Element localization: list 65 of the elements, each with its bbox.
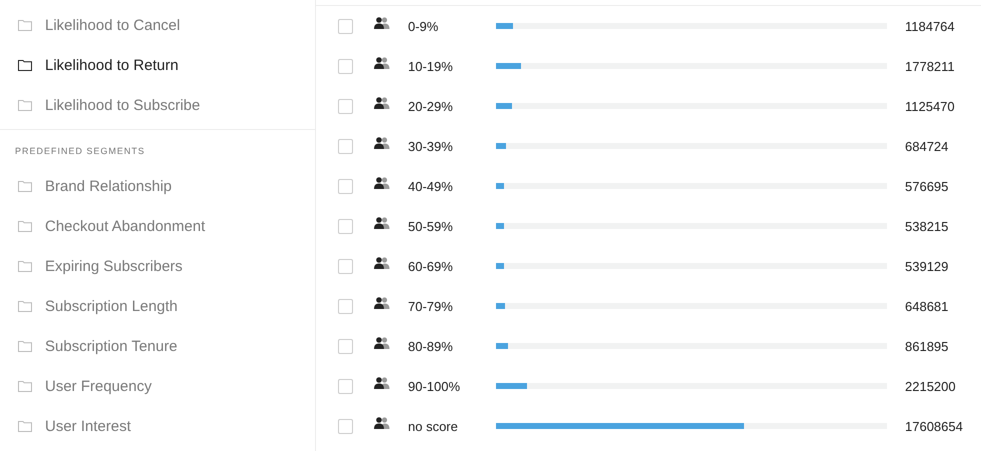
- user-count: 1125470: [905, 98, 955, 114]
- people-icon: [374, 217, 390, 229]
- folder-icon: [18, 340, 32, 352]
- segment-item[interactable]: Likelihood to Cancel: [0, 5, 315, 45]
- checkbox[interactable]: [338, 418, 353, 434]
- score-range: 0-9%: [408, 18, 440, 34]
- user-count: 2215200: [905, 378, 956, 394]
- user-count: 538215: [905, 218, 948, 234]
- folder-icon: [18, 300, 32, 312]
- people-icon: [374, 137, 390, 149]
- score-range: 70-79%: [408, 298, 454, 314]
- checkbox[interactable]: [338, 58, 353, 74]
- people-icon: [374, 417, 390, 429]
- score-range: 50-59%: [408, 218, 454, 234]
- segment-item[interactable]: Brand Relationship: [0, 166, 315, 206]
- checkbox[interactable]: [338, 98, 353, 114]
- segment-item[interactable]: Subscription Tenure: [0, 326, 315, 366]
- folder-icon: [18, 99, 32, 111]
- checkbox[interactable]: [338, 258, 353, 274]
- folder-icon: [18, 19, 32, 31]
- user-count: 861895: [905, 338, 948, 354]
- segment-item[interactable]: Subscription Length: [0, 286, 315, 326]
- user-count: 17608654: [905, 418, 963, 434]
- segment-item[interactable]: User Interest: [0, 406, 315, 446]
- section-title: PREDEFINED SEGMENTS: [14, 145, 146, 158]
- user-count: 684724: [905, 138, 948, 154]
- score-range: 30-39%: [408, 138, 454, 154]
- people-icon: [374, 97, 390, 109]
- checkbox[interactable]: [338, 298, 353, 314]
- people-icon: [374, 17, 390, 29]
- user-count: 576695: [905, 178, 948, 194]
- folder-icon: [18, 260, 32, 272]
- segment-item[interactable]: Checkout Abandonment: [0, 206, 315, 246]
- score-range: 20-29%: [408, 98, 454, 114]
- score-range: 60-69%: [408, 258, 454, 274]
- checkbox[interactable]: [338, 218, 353, 234]
- segment-item[interactable]: Likelihood to Subscribe: [0, 85, 315, 125]
- checkbox[interactable]: [338, 378, 353, 394]
- people-icon: [374, 257, 390, 269]
- checkbox[interactable]: [338, 178, 353, 194]
- user-count: 648681: [905, 298, 948, 314]
- segment-item[interactable]: Likelihood to Return: [0, 45, 315, 85]
- folder-icon: [18, 420, 32, 432]
- checkbox[interactable]: [338, 338, 353, 354]
- people-icon: [374, 57, 390, 69]
- folder-icon: [18, 380, 32, 392]
- people-icon: [374, 297, 390, 309]
- folder-icon: [18, 220, 32, 232]
- score-range: 40-49%: [408, 178, 454, 194]
- score-range: 80-89%: [408, 338, 454, 354]
- score-range: no score: [408, 418, 459, 434]
- people-icon: [374, 177, 390, 189]
- user-count: 1184764: [905, 18, 955, 34]
- score-range: 90-100%: [408, 378, 462, 394]
- user-count: 1778211: [905, 58, 955, 74]
- folder-icon: [18, 59, 32, 71]
- user-count: 539129: [905, 258, 948, 274]
- segment-item[interactable]: User Frequency: [0, 366, 315, 406]
- people-icon: [374, 337, 390, 349]
- score-range: 10-19%: [408, 58, 454, 74]
- checkbox[interactable]: [338, 18, 353, 34]
- checkbox[interactable]: [338, 138, 353, 154]
- people-icon: [374, 377, 390, 389]
- segment-item[interactable]: Expiring Subscribers: [0, 246, 315, 286]
- folder-icon: [18, 180, 32, 192]
